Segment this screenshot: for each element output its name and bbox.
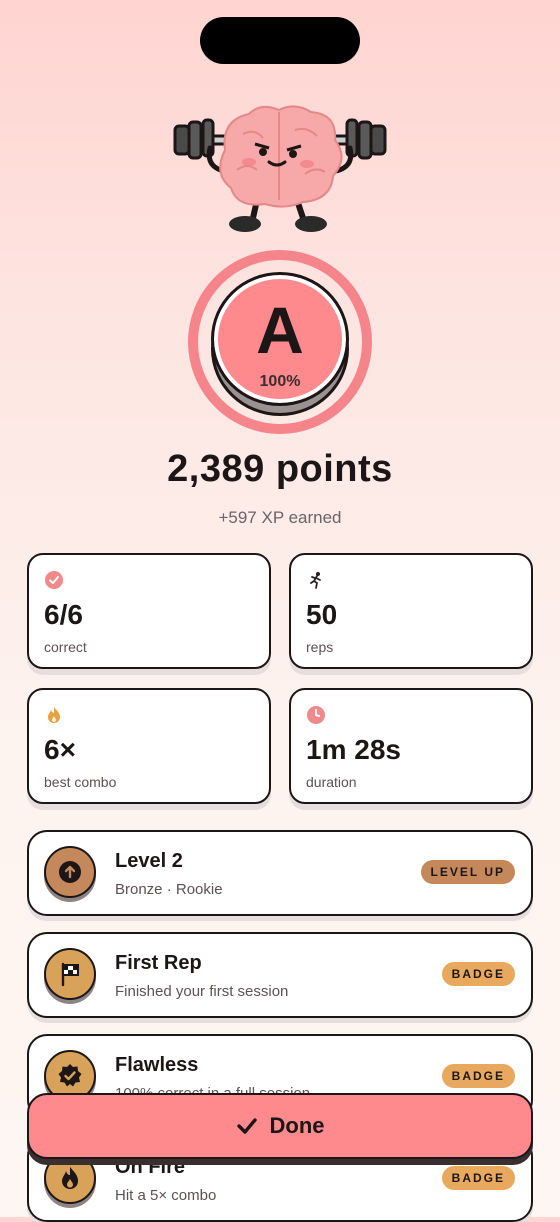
done-button-label: Done <box>269 1113 325 1138</box>
badge-tag: BADGE <box>441 1166 515 1190</box>
medal-level <box>44 846 96 898</box>
achievement-title: Flawless <box>115 1054 199 1076</box>
achievement-row-first-rep[interactable]: First Rep Finished your first session BA… <box>27 932 533 1018</box>
stat-card-duration: 1m 28s duration <box>289 688 533 804</box>
arrow-up-icon <box>59 861 81 883</box>
badge-tag: BADGE <box>441 1064 515 1088</box>
achievement-row-level[interactable]: Level 2 Bronze · Rookie LEVEL UP <box>27 830 533 916</box>
stat-card-reps: 50 reps <box>289 553 533 669</box>
done-button[interactable]: Done <box>27 1093 533 1159</box>
stat-value: 50 <box>306 599 338 630</box>
check-circle-icon <box>45 571 63 589</box>
checkmark-icon <box>236 1118 257 1134</box>
medal-first-rep <box>44 948 96 1000</box>
achievement-title: On Fire <box>115 1156 186 1178</box>
achievement-title: Level 2 <box>115 850 183 872</box>
achievement-subtitle: Hit a 5× combo <box>115 1187 217 1204</box>
achievement-subtitle: Bronze · Rookie <box>115 881 223 898</box>
running-person-icon <box>310 572 321 589</box>
stat-value: 6× <box>44 734 76 765</box>
stat-label: duration <box>306 774 357 790</box>
stat-card-combo: 6× best combo <box>27 688 271 804</box>
checkered-flag-icon <box>61 962 79 987</box>
stat-value: 1m 28s <box>306 734 401 765</box>
achievement-title: First Rep <box>115 952 202 974</box>
stat-label: correct <box>44 639 87 655</box>
flame-icon <box>62 1167 78 1189</box>
grade-badge: A 100% <box>211 272 349 406</box>
stat-label: reps <box>306 639 334 655</box>
stat-card-correct: 6/6 correct <box>27 553 271 669</box>
done-button-content: Done <box>29 1113 531 1139</box>
achievement-subtitle: Finished your first session <box>115 983 289 1000</box>
brain-mascot-illustration <box>173 105 387 232</box>
stat-label: best combo <box>44 774 117 790</box>
level-up-tag: LEVEL UP <box>420 860 515 884</box>
medal-on-fire <box>44 1152 96 1204</box>
stat-value: 6/6 <box>44 599 83 630</box>
grade-letter: A <box>256 293 304 367</box>
xp-earned: +597 XP earned <box>218 508 342 527</box>
dynamic-island <box>200 17 360 64</box>
clock-icon <box>307 706 325 724</box>
verified-badge-icon <box>58 1064 82 1087</box>
flame-icon <box>48 707 60 723</box>
grade-percent: 100% <box>259 373 301 390</box>
badge-tag: BADGE <box>441 962 515 986</box>
points-total: 2,389 points <box>167 448 393 490</box>
